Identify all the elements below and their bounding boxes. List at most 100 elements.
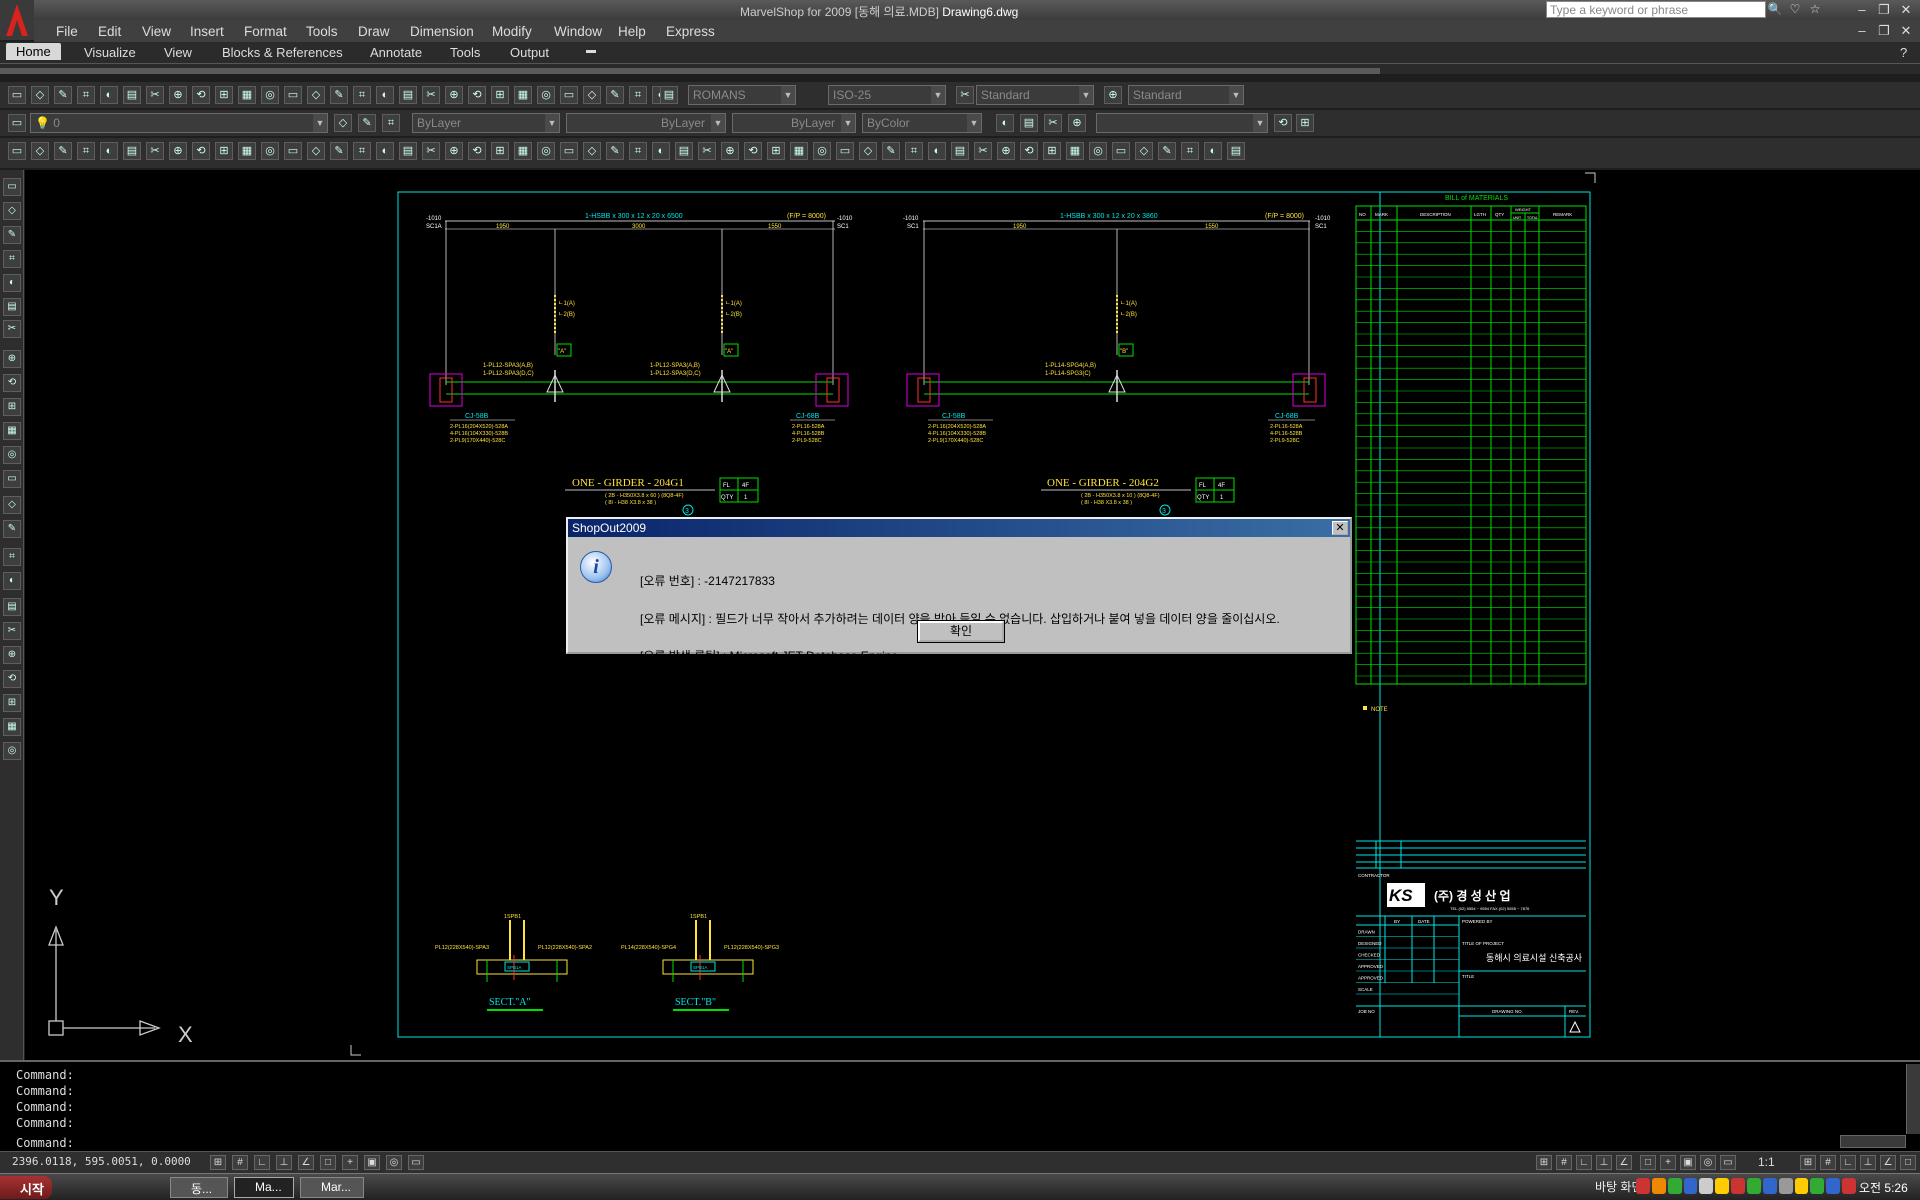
tool-button-icon[interactable]: ✂ — [422, 142, 440, 160]
tool-button-icon[interactable]: ⟲ — [192, 142, 210, 160]
tool-button-icon[interactable]: ✎ — [3, 226, 21, 244]
tool-button-icon[interactable]: ⌗ — [1181, 142, 1199, 160]
tool-button-icon[interactable]: ✎ — [358, 114, 376, 132]
tool-button-icon[interactable]: ▦ — [3, 422, 21, 440]
tab-annotate[interactable]: Annotate — [370, 45, 422, 60]
tool-button-icon[interactable]: ▭ — [8, 114, 26, 132]
menu-help[interactable]: Help — [618, 24, 646, 39]
tool-button-icon[interactable]: ✂ — [974, 142, 992, 160]
tool-button-icon[interactable]: ▤ — [1227, 142, 1245, 160]
tool-button-icon[interactable]: ◇ — [3, 496, 21, 514]
annotation-scale[interactable]: 1:1 — [1758, 1155, 1775, 1169]
tool-button-icon[interactable]: ◎ — [537, 142, 555, 160]
taskbar-item-marvelshop[interactable]: Ma... — [234, 1177, 294, 1198]
plot-style-select[interactable]: ByColor ▼ — [862, 113, 982, 133]
tool-button-icon[interactable]: ▭ — [284, 86, 302, 104]
status-toggle-icon[interactable]: □ — [1900, 1155, 1916, 1170]
tool-button-icon[interactable]: ⊞ — [491, 86, 509, 104]
tool-button-icon[interactable]: ◎ — [1089, 142, 1107, 160]
tray-app-icon[interactable] — [1826, 1178, 1841, 1194]
tool-button-icon[interactable]: ⊕ — [1068, 114, 1086, 132]
tool-button-icon[interactable]: ⊕ — [3, 646, 21, 664]
dialog-close-button[interactable]: ✕ — [1332, 521, 1348, 535]
color-select[interactable]: ByLayer ▼ — [412, 113, 560, 133]
tool-button-icon[interactable]: ◇ — [1135, 142, 1153, 160]
text-style-select[interactable]: ROMANS ▼ — [688, 85, 796, 105]
lineweight-select[interactable]: ByLayer ▼ — [732, 113, 856, 133]
status-toggle-icon[interactable]: ∟ — [1840, 1155, 1856, 1170]
tool-button-icon[interactable]: ◐ — [3, 274, 21, 292]
command-input[interactable]: Command: — [16, 1136, 74, 1150]
tool-button-icon[interactable]: ▭ — [560, 86, 578, 104]
tool-button-icon[interactable]: ▤ — [3, 298, 21, 316]
tool-button-icon[interactable]: ⌗ — [3, 250, 21, 268]
tray-app-icon[interactable] — [1715, 1178, 1730, 1194]
tool-button-icon[interactable]: ◇ — [334, 114, 352, 132]
tool-button-icon[interactable]: ⌗ — [353, 86, 371, 104]
tool-button-icon[interactable]: ⊕ — [445, 86, 463, 104]
tool-button-icon[interactable]: ⌗ — [77, 86, 95, 104]
tool-button-icon[interactable]: ⟲ — [468, 142, 486, 160]
status-toggle-icon[interactable]: □ — [320, 1155, 336, 1170]
tool-button-icon[interactable]: ✎ — [882, 142, 900, 160]
menu-window[interactable]: Window — [554, 24, 602, 39]
tab-home[interactable]: Home — [6, 43, 61, 60]
tool-button-icon[interactable]: ▦ — [1066, 142, 1084, 160]
menu-file[interactable]: File — [56, 24, 78, 39]
tool-button-icon[interactable]: ▭ — [560, 142, 578, 160]
tool-button-icon[interactable]: ◇ — [31, 142, 49, 160]
tool-button-icon[interactable]: ✂ — [146, 86, 164, 104]
tool-button-icon[interactable]: ⟲ — [1274, 114, 1292, 132]
tool-button-icon[interactable]: ▦ — [238, 142, 256, 160]
tray-app-icon[interactable] — [1778, 1178, 1793, 1194]
status-toggle-icon[interactable]: ∟ — [1576, 1155, 1592, 1170]
tool-button-icon[interactable]: ◎ — [3, 446, 21, 464]
menu-dimension[interactable]: Dimension — [410, 24, 474, 39]
tool-button-icon[interactable]: ◐ — [376, 86, 394, 104]
tool-button-icon[interactable]: ⊕ — [1104, 86, 1122, 104]
menu-format[interactable]: Format — [244, 24, 287, 39]
table-style-select[interactable]: Standard ▼ — [976, 85, 1094, 105]
tray-app-icon[interactable] — [1699, 1178, 1714, 1194]
ok-button[interactable]: 확인 — [917, 620, 1005, 643]
status-toggle-icon[interactable]: ◎ — [386, 1155, 402, 1170]
tool-button-icon[interactable]: ⌗ — [353, 142, 371, 160]
tool-button-icon[interactable]: ◐ — [652, 142, 670, 160]
tool-button-icon[interactable]: ⊞ — [1043, 142, 1061, 160]
menu-insert[interactable]: Insert — [190, 24, 224, 39]
tool-button-icon[interactable]: ⊞ — [3, 398, 21, 416]
tool-button-icon[interactable]: ▤ — [399, 86, 417, 104]
tray-app-icon[interactable] — [1762, 1178, 1777, 1194]
tool-button-icon[interactable]: ⌗ — [629, 142, 647, 160]
status-toggle-icon[interactable]: ▭ — [1720, 1155, 1736, 1170]
tool-button-icon[interactable]: ▦ — [3, 718, 21, 736]
application-menu-button[interactable] — [0, 0, 34, 40]
status-toggle-icon[interactable]: # — [1820, 1155, 1836, 1170]
tool-button-icon[interactable]: ▦ — [514, 142, 532, 160]
tool-button-icon[interactable]: ✎ — [330, 86, 348, 104]
status-toggle-icon[interactable]: ∟ — [254, 1155, 270, 1170]
search-icon[interactable]: 🔍 — [1766, 1, 1784, 18]
tool-button-icon[interactable]: ▤ — [951, 142, 969, 160]
tool-button-icon[interactable]: ✂ — [698, 142, 716, 160]
tool-button-icon[interactable]: ✎ — [3, 520, 21, 538]
command-scrollbar[interactable] — [1906, 1064, 1920, 1134]
status-toggle-icon[interactable]: ∠ — [1616, 1155, 1632, 1170]
tray-app-icon[interactable] — [1667, 1178, 1682, 1194]
help-icon[interactable]: ? — [1900, 45, 1907, 60]
tray-app-icon[interactable] — [1747, 1178, 1761, 1194]
tool-button-icon[interactable]: ▤ — [3, 598, 21, 616]
layer-select[interactable]: 💡 0 ▼ — [30, 113, 328, 133]
tool-button-icon[interactable]: ◎ — [261, 86, 279, 104]
tool-button-icon[interactable]: ◇ — [307, 86, 325, 104]
doc-restore-button[interactable]: ❐ — [1874, 23, 1894, 39]
taskbar-item-marvel[interactable]: Mar... — [300, 1177, 364, 1198]
tool-button-icon[interactable]: ⊞ — [3, 694, 21, 712]
tab-tools[interactable]: Tools — [450, 45, 480, 60]
tool-button-icon[interactable]: ◇ — [307, 142, 325, 160]
status-toggle-icon[interactable]: □ — [1640, 1155, 1656, 1170]
tool-button-icon[interactable]: ▦ — [790, 142, 808, 160]
taskbar-item-explorer[interactable]: 동... — [170, 1177, 228, 1198]
status-toggle-icon[interactable]: ⊥ — [1596, 1155, 1612, 1170]
tool-button-icon[interactable]: ◎ — [3, 742, 21, 760]
